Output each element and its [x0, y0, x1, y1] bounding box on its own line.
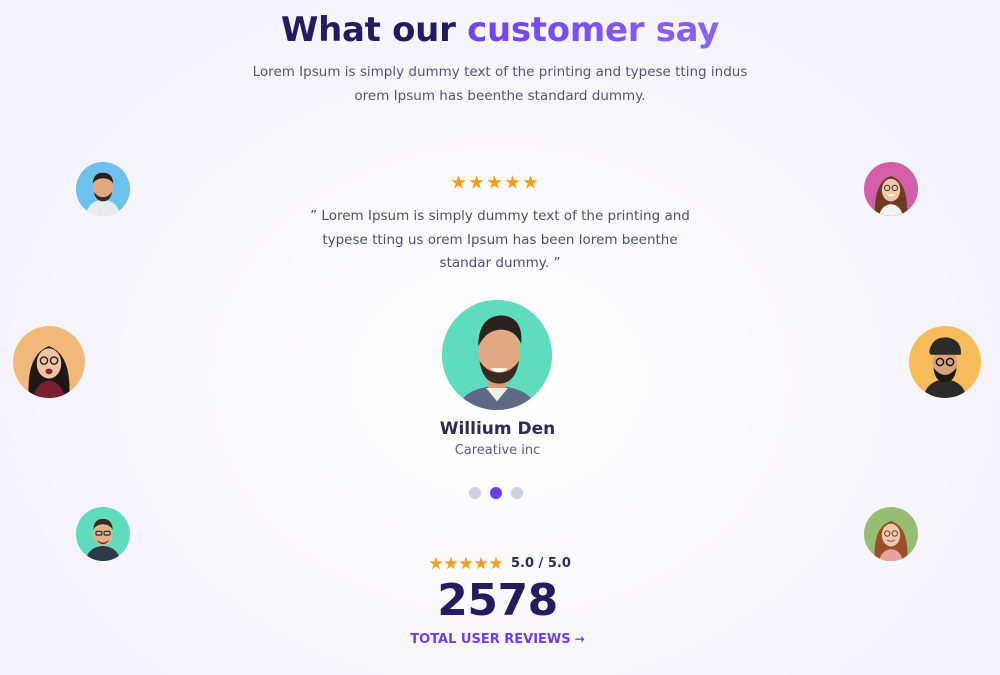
overall-rating-stars [429, 556, 503, 571]
customer-photo-man-beard [76, 162, 130, 216]
section-title-primary: What our [280, 10, 456, 50]
customer-avatar-mid-right[interactable] [909, 326, 981, 398]
review-stars [451, 175, 538, 190]
review-count: 2578 [437, 575, 558, 626]
section-title: What our customer say [0, 10, 1000, 50]
customer-photo-woman-glasses [13, 326, 85, 398]
star-icon [451, 175, 466, 189]
customer-avatar-top-left[interactable] [76, 162, 130, 216]
customer-avatar-bottom-right[interactable] [864, 507, 918, 561]
customer-photo-woman-smile [864, 162, 918, 216]
customer-avatar-mid-left[interactable] [13, 326, 85, 398]
customer-avatar-bottom-left[interactable] [76, 507, 130, 561]
star-icon [469, 175, 484, 189]
star-icon [474, 556, 488, 570]
arrow-right-icon: → [574, 632, 585, 646]
section-title-accent: customer say [467, 10, 720, 50]
total-user-reviews-label: TOTAL USER REVIEWS [410, 632, 571, 647]
customer-avatar-top-right[interactable] [864, 162, 918, 216]
carousel-dot-active[interactable] [490, 487, 502, 499]
section-subtitle: Lorem Ipsum is simply dummy text of the … [252, 64, 748, 104]
carousel-dot[interactable] [469, 487, 481, 499]
star-icon [487, 175, 502, 189]
overall-rating: 5.0 / 5.0 [429, 556, 571, 571]
customer-photo-man-smiling [442, 300, 552, 410]
overall-rating-value: 5.0 / 5.0 [511, 556, 571, 571]
customer-photo-man-glasses [76, 507, 130, 561]
total-user-reviews-link[interactable]: TOTAL USER REVIEWS → [0, 632, 995, 647]
testimonial-quote: ” Lorem Ipsum is simply dummy text of th… [310, 208, 690, 271]
star-icon [444, 556, 458, 570]
customer-photo-man-hat [909, 326, 981, 398]
star-icon [429, 556, 443, 570]
star-icon [459, 556, 473, 570]
testimonial-avatar [442, 300, 552, 410]
testimonial-name: Willium Den [439, 419, 556, 439]
carousel-dot[interactable] [511, 487, 523, 499]
testimonial-company: Careative inc [454, 443, 541, 458]
customer-photo-woman-red-hair [864, 507, 918, 561]
carousel-pagination [469, 487, 523, 499]
star-icon [523, 175, 538, 189]
star-icon [505, 175, 520, 189]
star-icon [489, 556, 503, 570]
